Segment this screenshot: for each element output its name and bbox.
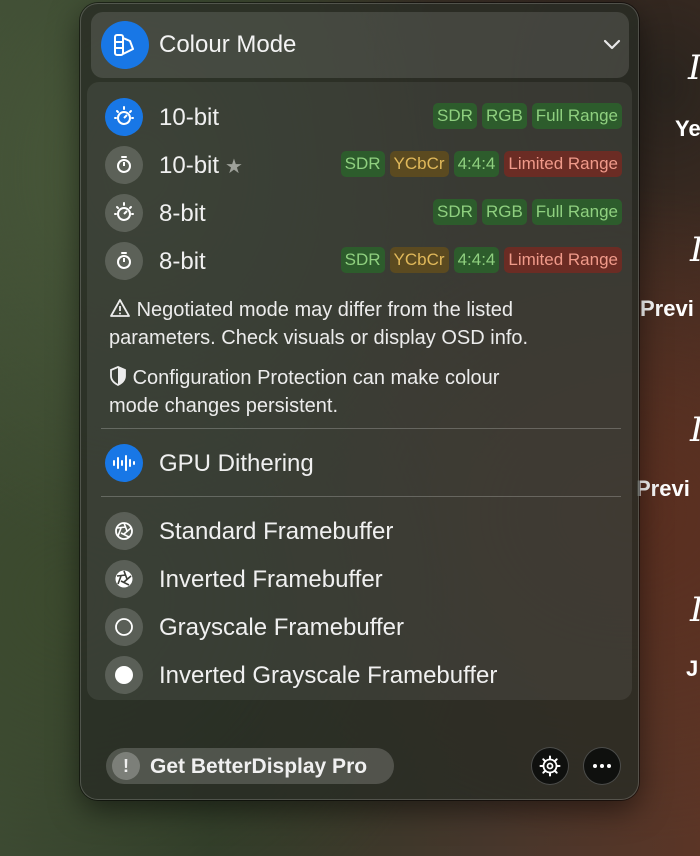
tag-limited-range: Limited Range — [504, 247, 622, 273]
tag-full-range: Full Range — [531, 103, 622, 129]
brightness-dial-icon — [105, 194, 143, 232]
mode-label: 10-bit — [159, 104, 220, 131]
warning-note: Negotiated mode may differ from the list… — [109, 296, 609, 352]
protection-note-line2: mode changes persistent. — [109, 395, 339, 417]
mode-row-10bit-rgb-full[interactable]: 10-bit SDR RGB Full Range — [87, 94, 632, 142]
colour-mode-icon — [101, 21, 149, 69]
aperture-inverted-icon — [105, 560, 143, 598]
mode-tags: SDR RGB Full Range — [433, 103, 622, 129]
framebuffer-inverted-grayscale[interactable]: Inverted Grayscale Framebuffer — [87, 652, 632, 700]
gear-icon — [539, 755, 561, 777]
star-icon: ★ — [225, 156, 243, 178]
warning-note-line2: parameters. Check visuals or display OSD… — [109, 327, 529, 349]
tag-ycbcr: YCbCr — [389, 151, 449, 177]
timer-icon — [105, 242, 143, 280]
circle-outline-icon — [105, 608, 143, 646]
get-pro-button[interactable]: ! Get BetterDisplay Pro — [106, 748, 394, 784]
background-text-fragment: J — [686, 656, 699, 681]
tag-limited-range: Limited Range — [504, 151, 622, 177]
mode-tags: SDR YCbCr 4:4:4 Limited Range — [340, 151, 622, 177]
tag-full-range: Full Range — [531, 199, 622, 225]
framebuffer-standard[interactable]: Standard Framebuffer — [87, 508, 632, 556]
ellipsis-icon — [593, 764, 611, 768]
tag-ycbcr: YCbCr — [389, 247, 449, 273]
mode-tags: SDR RGB Full Range — [433, 199, 622, 225]
warning-note-line1: Negotiated mode may differ from the list… — [136, 299, 514, 321]
tag-sdr: SDR — [340, 247, 385, 273]
tag-rgb: RGB — [481, 103, 527, 129]
tag-rgb: RGB — [481, 199, 527, 225]
background-glyph: I — [688, 48, 700, 88]
colour-mode-panel: Colour Mode 10-bit SDR RGB Full Range 10… — [80, 3, 639, 800]
background-glyph: I — [690, 230, 700, 270]
exclamation-icon: ! — [112, 752, 140, 780]
divider — [101, 496, 621, 497]
mode-row-8bit-rgb-full[interactable]: 8-bit SDR RGB Full Range — [87, 190, 632, 238]
protection-note-line1: Configuration Protection can make colour — [132, 367, 500, 389]
more-button[interactable] — [583, 747, 621, 785]
framebuffer-label: Inverted Framebuffer — [159, 566, 383, 593]
options-list: 10-bit SDR RGB Full Range 10-bit ★ SDR YC… — [87, 82, 632, 700]
waveform-icon — [105, 444, 143, 482]
circle-filled-icon — [105, 656, 143, 694]
framebuffer-inverted[interactable]: Inverted Framebuffer — [87, 556, 632, 604]
background-text-fragment: Ye — [675, 116, 700, 141]
warning-icon — [110, 299, 130, 317]
framebuffer-grayscale[interactable]: Grayscale Framebuffer — [87, 604, 632, 652]
panel-title: Colour Mode — [159, 31, 297, 58]
mode-label: 10-bit ★ — [159, 152, 243, 180]
colour-mode-header[interactable]: Colour Mode — [91, 12, 629, 78]
mode-label-text: 10-bit — [159, 152, 220, 179]
tag-sdr: SDR — [433, 199, 477, 225]
mode-label: 8-bit — [159, 200, 206, 227]
framebuffer-label: Standard Framebuffer — [159, 518, 394, 545]
divider — [101, 428, 621, 429]
mode-row-10bit-ycbcr-limited[interactable]: 10-bit ★ SDR YCbCr 4:4:4 Limited Range — [87, 142, 632, 190]
mode-tags: SDR YCbCr 4:4:4 Limited Range — [340, 247, 622, 273]
background-text-fragment: Previ — [636, 476, 690, 501]
tag-sdr: SDR — [340, 151, 385, 177]
framebuffer-label: Inverted Grayscale Framebuffer — [159, 662, 498, 689]
timer-icon — [105, 146, 143, 184]
gpu-dithering-label: GPU Dithering — [159, 450, 314, 477]
chevron-down-icon[interactable] — [603, 38, 621, 52]
brightness-dial-icon — [105, 98, 143, 136]
aperture-icon — [105, 512, 143, 550]
tag-444: 4:4:4 — [453, 151, 500, 177]
tag-sdr: SDR — [433, 103, 477, 129]
mode-row-8bit-ycbcr-limited[interactable]: 8-bit SDR YCbCr 4:4:4 Limited Range — [87, 238, 632, 286]
get-pro-label: Get BetterDisplay Pro — [150, 755, 368, 778]
shield-icon — [110, 366, 126, 387]
framebuffer-label: Grayscale Framebuffer — [159, 614, 404, 641]
mode-label: 8-bit — [159, 248, 206, 275]
settings-button[interactable] — [531, 747, 569, 785]
gpu-dithering-toggle[interactable]: GPU Dithering — [87, 440, 632, 488]
protection-note: Configuration Protection can make colour… — [109, 364, 609, 420]
background-glyph: I — [690, 410, 700, 450]
tag-444: 4:4:4 — [453, 247, 500, 273]
background-text-fragment: Previ — [640, 296, 694, 321]
background-glyph: I — [690, 590, 700, 630]
